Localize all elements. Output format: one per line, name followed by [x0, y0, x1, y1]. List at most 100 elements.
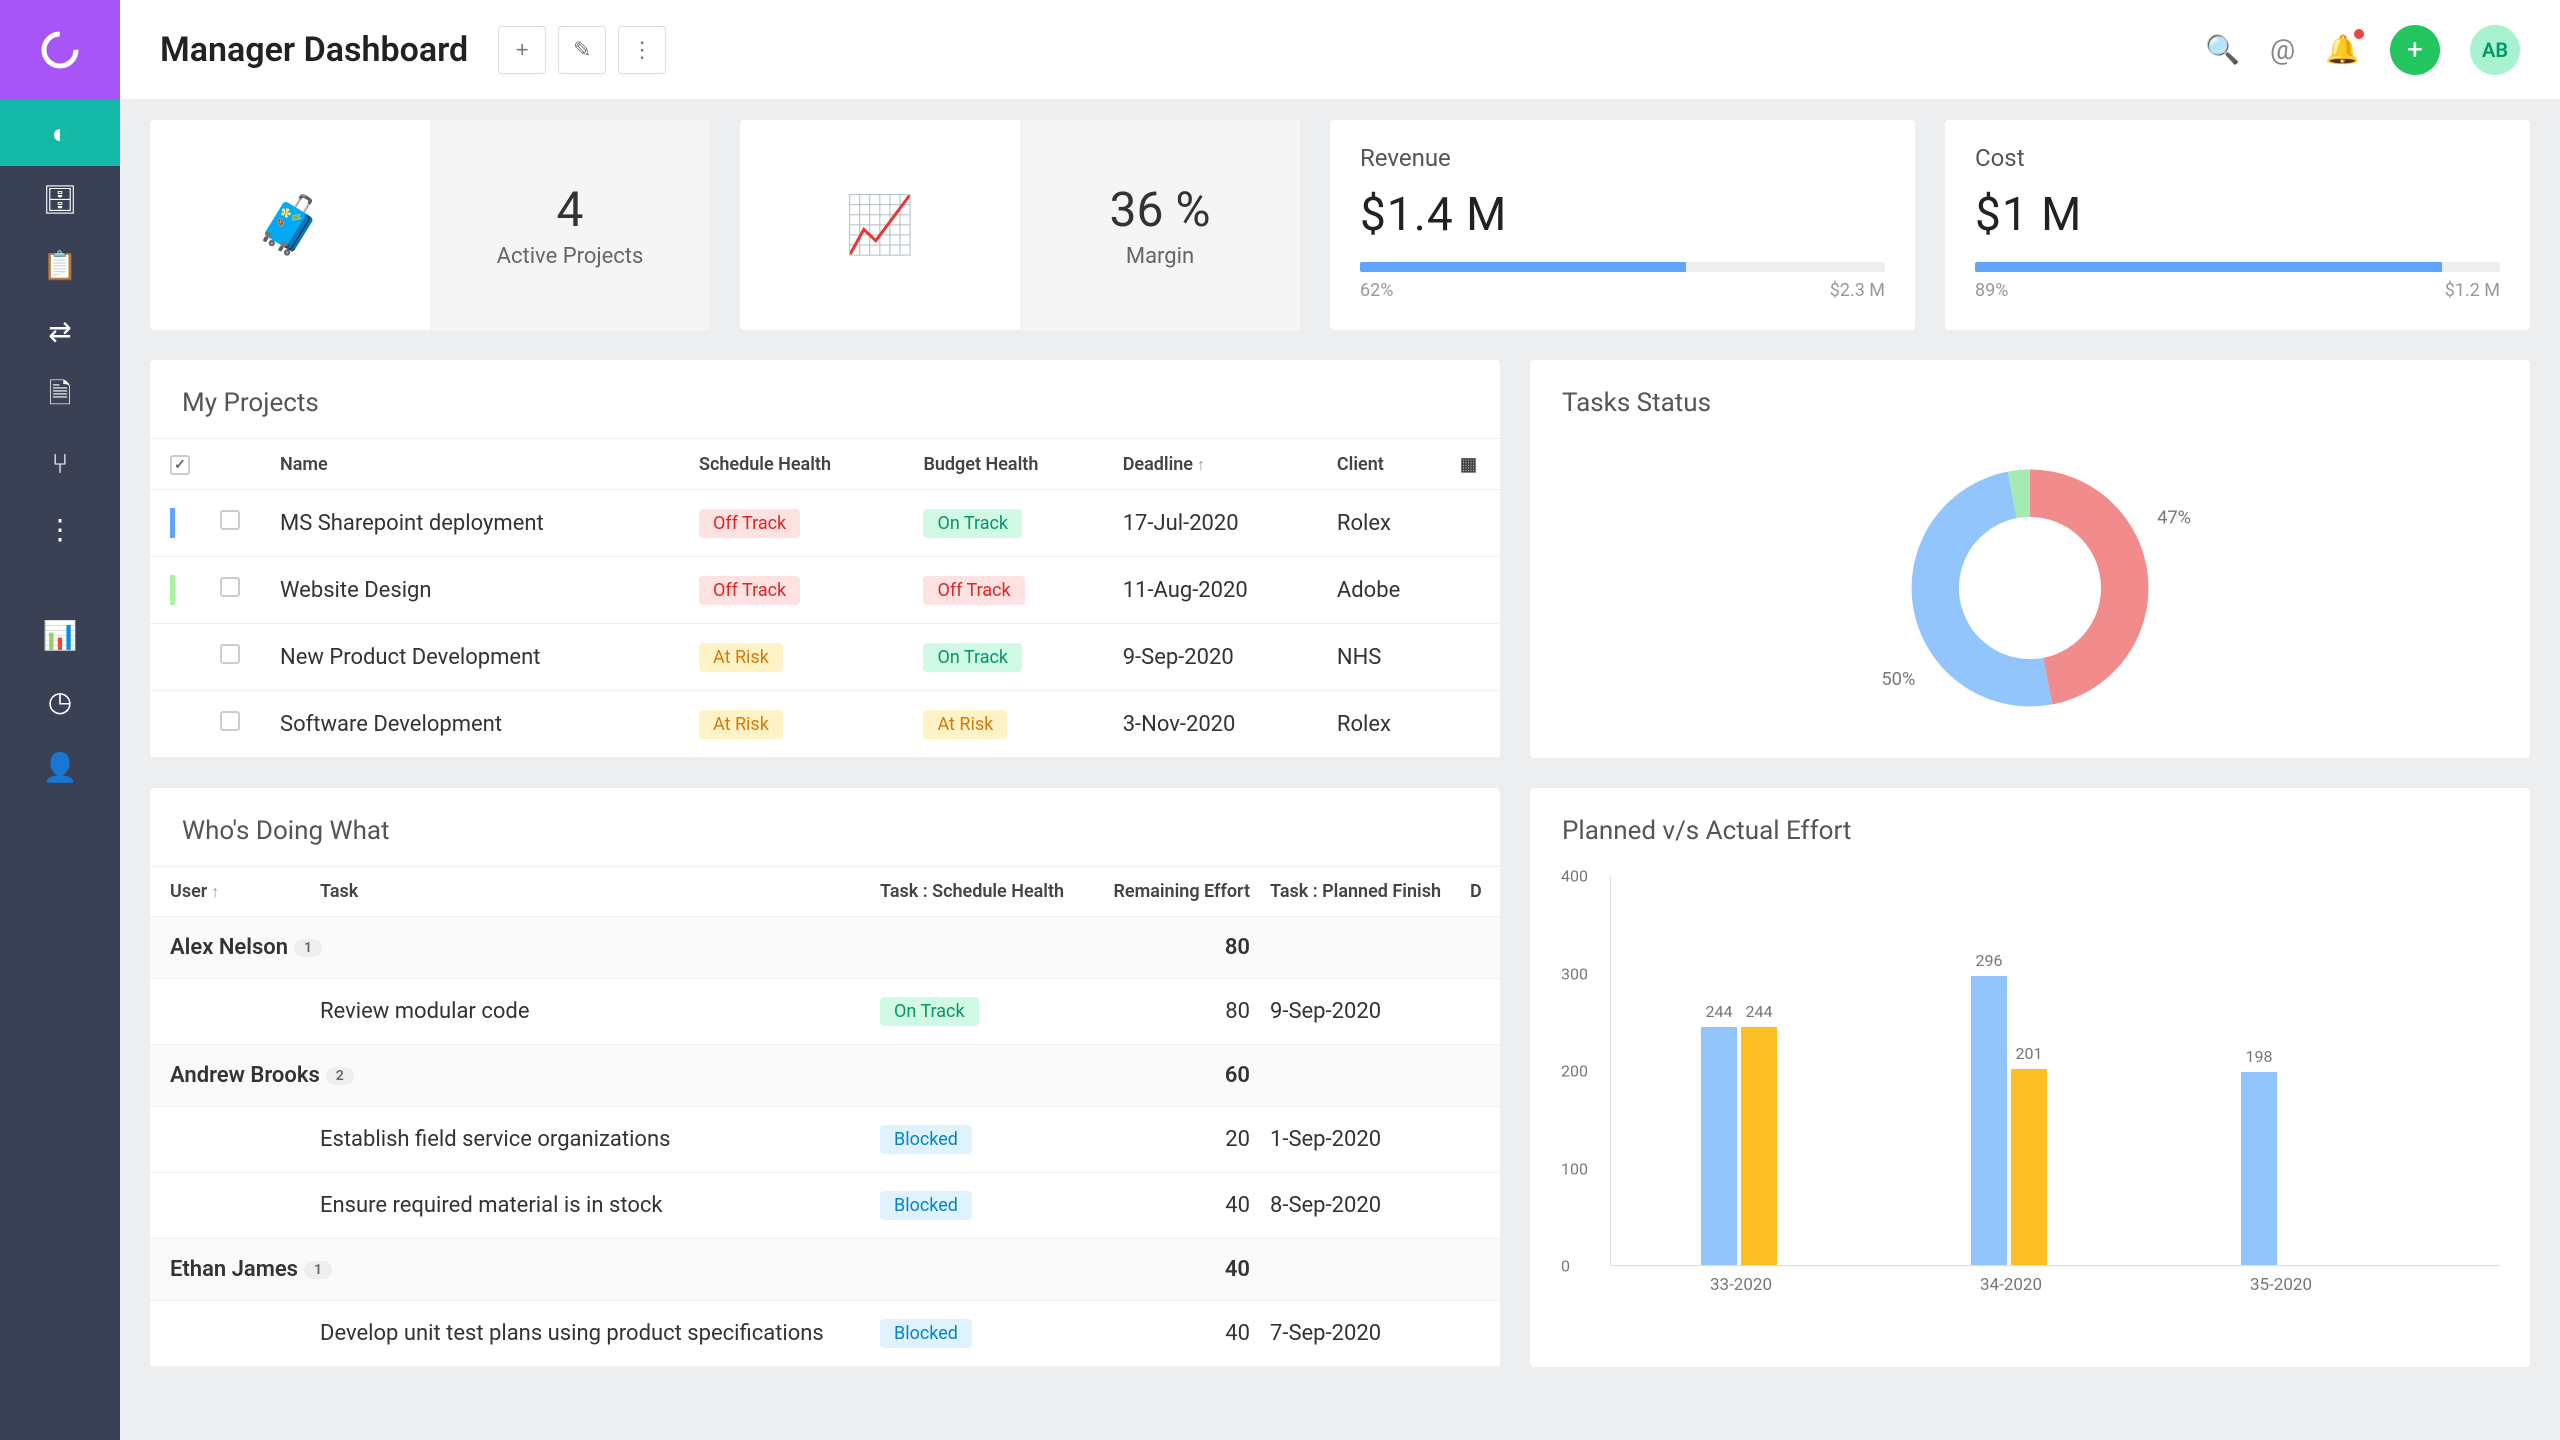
sidebar-item-portfolio[interactable]: 🗄	[0, 166, 120, 232]
briefcase-icon: 🧳	[255, 192, 325, 258]
col-user[interactable]: User↑	[150, 867, 310, 917]
avatar[interactable]: AB	[2470, 25, 2520, 75]
mention-icon[interactable]: @	[2270, 33, 2295, 66]
columns-icon[interactable]: ▦	[1460, 454, 1477, 475]
row-checkbox[interactable]	[220, 711, 240, 731]
table-row[interactable]: Software Development At Risk At Risk 3-N…	[150, 691, 1500, 758]
stat-total: $1.2 M	[2445, 280, 2500, 301]
cell-effort: 80	[1090, 979, 1260, 1045]
sidebar-item-users[interactable]: 👤	[0, 734, 120, 800]
schedule-pill: At Risk	[699, 710, 783, 739]
panel-title: Tasks Status	[1530, 360, 2530, 438]
kpi-value: 36 %	[1109, 181, 1210, 238]
app-logo[interactable]	[0, 0, 120, 100]
stat-total: $2.3 M	[1830, 280, 1885, 301]
cell-task: Ensure required material is in stock	[310, 1173, 870, 1239]
sidebar-item-reports[interactable]: 📊	[0, 602, 120, 668]
cell-client: Adobe	[1327, 557, 1450, 624]
col-name[interactable]: Name	[270, 439, 689, 490]
cost-card: Cost $1 M 89% $1.2 M	[1945, 120, 2530, 330]
clipboard-icon: 📋	[43, 249, 78, 282]
sidebar-item-tasks[interactable]: 📋	[0, 232, 120, 298]
schedule-pill: On Track	[880, 997, 979, 1026]
row-checkbox[interactable]	[220, 644, 240, 664]
cell-deadline: 9-Sep-2020	[1113, 624, 1327, 691]
table-row[interactable]: Ensure required material is in stock Blo…	[150, 1173, 1500, 1239]
group-effort: 80	[1090, 917, 1260, 979]
table-row[interactable]: Website Design Off Track Off Track 11-Au…	[150, 557, 1500, 624]
table-row[interactable]: Develop unit test plans using product sp…	[150, 1301, 1500, 1367]
table-row[interactable]: Establish field service organizations Bl…	[150, 1107, 1500, 1173]
schedule-pill: Off Track	[699, 576, 800, 605]
cell-name: Software Development	[270, 691, 689, 758]
cell-client: Rolex	[1327, 691, 1450, 758]
row-checkbox[interactable]	[220, 577, 240, 597]
panel-title: Who's Doing What	[150, 788, 1500, 866]
user-icon: 👤	[43, 751, 78, 784]
stat-pct: 62%	[1360, 280, 1393, 301]
bar-chart: 010020030040024424433-202029620134-20201…	[1530, 866, 2530, 1296]
kpi-active-projects: 🧳 4 Active Projects	[150, 120, 710, 330]
sidebar: ◐ 🗄 📋 ⇄ 🗎 ⑂ ⋮ 📊 ◷ 👤	[0, 0, 120, 1440]
col-finish[interactable]: Task : Planned Finish	[1260, 867, 1460, 917]
sidebar-item-branch[interactable]: ⑂	[0, 430, 120, 496]
cell-finish: 7-Sep-2020	[1260, 1301, 1460, 1367]
group-effort: 40	[1090, 1239, 1260, 1301]
col-task[interactable]: Task	[310, 867, 870, 917]
cell-deadline: 17-Jul-2020	[1113, 490, 1327, 557]
sidebar-item-workflow[interactable]: ⇄	[0, 298, 120, 364]
schedule-pill: Off Track	[699, 509, 800, 538]
cell-name: New Product Development	[270, 624, 689, 691]
group-row[interactable]: Andrew Brooks2 60	[150, 1045, 1500, 1107]
col-schedule[interactable]: Schedule Health	[689, 439, 913, 490]
sidebar-item-docs[interactable]: 🗎	[0, 364, 120, 430]
table-row[interactable]: New Product Development At Risk On Track…	[150, 624, 1500, 691]
page-title: Manager Dashboard	[160, 30, 468, 70]
col-client[interactable]: Client	[1327, 439, 1450, 490]
cell-client: NHS	[1327, 624, 1450, 691]
budget-pill: Off Track	[923, 576, 1024, 605]
budget-pill: On Track	[923, 643, 1022, 672]
panel-title: My Projects	[150, 360, 1500, 438]
stat-pct: 89%	[1975, 280, 2008, 301]
schedule-pill: At Risk	[699, 643, 783, 672]
group-row[interactable]: Alex Nelson1 80	[150, 917, 1500, 979]
sidebar-item-more[interactable]: ⋮	[0, 496, 120, 562]
stat-title: Cost	[1975, 144, 2500, 172]
schedule-pill: Blocked	[880, 1319, 972, 1348]
revenue-card: Revenue $1.4 M 62% $2.3 M	[1330, 120, 1915, 330]
svg-text:47%: 47%	[2157, 507, 2191, 528]
col-deadline[interactable]: Deadline↑	[1113, 439, 1327, 490]
select-all-checkbox[interactable]	[170, 455, 190, 475]
add-fab[interactable]: +	[2390, 25, 2440, 75]
col-extra[interactable]: D	[1460, 867, 1500, 917]
col-budget[interactable]: Budget Health	[913, 439, 1112, 490]
table-row[interactable]: MS Sharepoint deployment Off Track On Tr…	[150, 490, 1500, 557]
stat-value: $1.4 M	[1360, 188, 1885, 242]
bell-icon[interactable]: 🔔	[2325, 33, 2360, 66]
clock-icon: ◷	[48, 685, 72, 718]
planned-actual-panel: Planned v/s Actual Effort 01002003004002…	[1530, 788, 2530, 1367]
tasks-status-panel: Tasks Status 47%50%	[1530, 360, 2530, 758]
cell-deadline: 3-Nov-2020	[1113, 691, 1327, 758]
group-row[interactable]: Ethan James1 40	[150, 1239, 1500, 1301]
cell-task: Review modular code	[310, 979, 870, 1045]
col-schedule[interactable]: Task : Schedule Health	[870, 867, 1090, 917]
donut-chart: 47%50%	[1530, 438, 2530, 758]
search-icon[interactable]: 🔍	[2205, 33, 2240, 66]
briefcase-icon: 🗄	[42, 183, 78, 216]
table-row[interactable]: Review modular code On Track 80 9-Sep-20…	[150, 979, 1500, 1045]
add-page-button[interactable]: +	[498, 26, 546, 74]
sidebar-item-dashboard[interactable]: ◐	[0, 100, 120, 166]
cell-finish: 8-Sep-2020	[1260, 1173, 1460, 1239]
sidebar-item-time[interactable]: ◷	[0, 668, 120, 734]
row-checkbox[interactable]	[220, 510, 240, 530]
page-more-button[interactable]: ⋮	[618, 26, 666, 74]
cell-finish: 1-Sep-2020	[1260, 1107, 1460, 1173]
kpi-label: Active Projects	[497, 244, 644, 269]
col-effort[interactable]: Remaining Effort	[1090, 867, 1260, 917]
flow-icon: ⇄	[48, 315, 71, 348]
edit-button[interactable]: ✎	[558, 26, 606, 74]
group-user: Andrew Brooks2	[150, 1045, 1090, 1107]
group-effort: 60	[1090, 1045, 1260, 1107]
